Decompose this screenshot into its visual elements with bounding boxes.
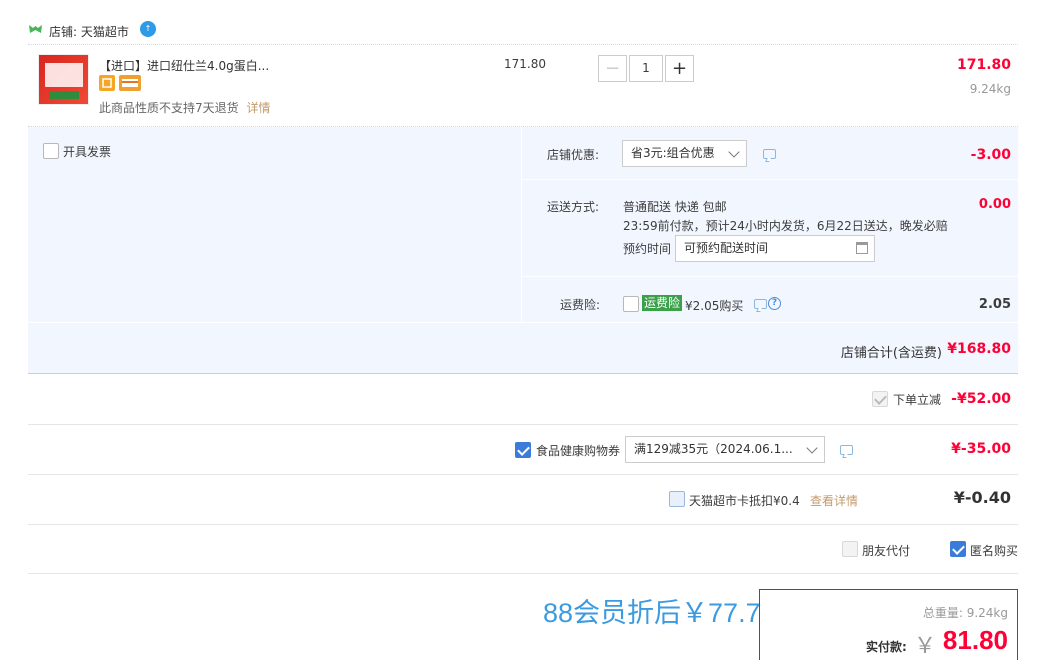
schedule-placeholder: 可预约配送时间 [684, 241, 769, 255]
freight-insurance-amount: 2.05 [978, 297, 1011, 312]
freight-insurance-tag: 运费险 [642, 295, 683, 311]
item-subtotal: 171.80 [956, 57, 1011, 73]
total-weight-value: 9.24kg [966, 606, 1008, 620]
delivery-amount: 0.00 [978, 197, 1011, 212]
shop-discount-selected: 省3元:组合优惠 [631, 146, 715, 160]
message-icon[interactable] [754, 299, 767, 309]
card-icon [119, 75, 141, 91]
message-icon[interactable] [840, 445, 853, 455]
service-icon [99, 75, 115, 91]
card-checkbox[interactable] [669, 491, 685, 507]
schedule-label: 预约时间 [623, 242, 672, 256]
shop-discount-amount: -3.00 [970, 147, 1011, 163]
friend-pay-label[interactable]: 朋友代付 [862, 542, 910, 559]
decrease-button[interactable]: − [598, 55, 627, 82]
payment-summary: 总重量: 9.24kg 实付款: ￥ 81.80 [759, 589, 1018, 660]
coupon-label[interactable]: 食品健康购物券 [536, 442, 620, 459]
instant-discount-checkbox [872, 391, 888, 407]
card-details-link[interactable]: 查看详情 [810, 492, 858, 509]
shop-total-amount: ¥168.80 [947, 341, 1011, 357]
invoice-label[interactable]: 开具发票 [63, 143, 111, 160]
shop-total-label: 店铺合计(含运费) [840, 346, 942, 361]
shop-discount-label: 店铺优惠: [547, 148, 600, 162]
schedule-input[interactable]: 可预约配送时间 [675, 235, 875, 262]
coupon-selected: 满129减35元（2024.06.1... [634, 442, 793, 456]
anonymous-checkbox[interactable] [950, 541, 966, 557]
message-icon[interactable] [763, 149, 776, 159]
return-note: 此商品性质不支持7天退货 详情 [99, 99, 270, 116]
product-image[interactable] [38, 54, 89, 105]
coupon-select[interactable]: 满129减35元（2024.06.1... [625, 436, 825, 463]
quantity-input[interactable]: 1 [629, 55, 663, 82]
total-weight: 总重量: 9.24kg [923, 604, 1008, 621]
pay-amount: 81.80 [942, 625, 1008, 655]
friend-pay-checkbox[interactable] [842, 541, 858, 557]
quantity-stepper: − 1 + [598, 55, 694, 83]
freight-insurance-label: 运费险: [560, 298, 601, 312]
calendar-icon[interactable] [856, 242, 868, 254]
unit-price: 171.80 [504, 57, 546, 71]
instant-discount-label: 下单立减 [893, 393, 942, 407]
tmall-icon [28, 24, 43, 35]
delivery-label: 运送方式: [547, 200, 600, 214]
shop-name[interactable]: 店铺: 天猫超市 [49, 23, 129, 40]
item-weight: 9.24kg [969, 82, 1011, 96]
freight-insurance-checkbox[interactable] [623, 296, 639, 312]
chevron-down-icon [728, 146, 740, 158]
invoice-checkbox[interactable] [43, 143, 59, 159]
help-icon[interactable]: ? [768, 297, 781, 310]
total-weight-label: 总重量: [922, 606, 963, 620]
return-note-text: 此商品性质不支持7天退货 [99, 101, 239, 115]
instant-discount-amount: -¥52.00 [951, 391, 1011, 407]
card-label[interactable]: 天猫超市卡抵扣¥0.4 [689, 492, 800, 509]
chevron-down-icon [806, 442, 818, 454]
member-price: 88会员折后￥77.71 [543, 598, 776, 628]
coupon-checkbox[interactable] [515, 442, 531, 458]
freight-insurance-price: ¥2.05购买 [685, 299, 744, 313]
coupon-amount: ¥-35.00 [951, 441, 1011, 457]
delivery-method: 普通配送 快递 包邮 [623, 200, 727, 214]
card-amount: ¥-0.40 [953, 488, 1011, 507]
wangwang-icon[interactable]: ↑ [140, 21, 156, 37]
pay-currency: ￥ [914, 634, 937, 659]
anonymous-label[interactable]: 匿名购买 [970, 542, 1018, 559]
pay-label: 实付款: [866, 640, 907, 654]
delivery-note: 23:59前付款，预计24小时内发货，6月22日送达，晚发必赔 [623, 219, 948, 233]
shop-discount-select[interactable]: 省3元:组合优惠 [622, 140, 747, 167]
increase-button[interactable]: + [665, 55, 694, 82]
product-title[interactable]: 【进口】进口纽仕兰4.0g蛋白... [99, 57, 269, 74]
details-link[interactable]: 详情 [246, 101, 270, 115]
